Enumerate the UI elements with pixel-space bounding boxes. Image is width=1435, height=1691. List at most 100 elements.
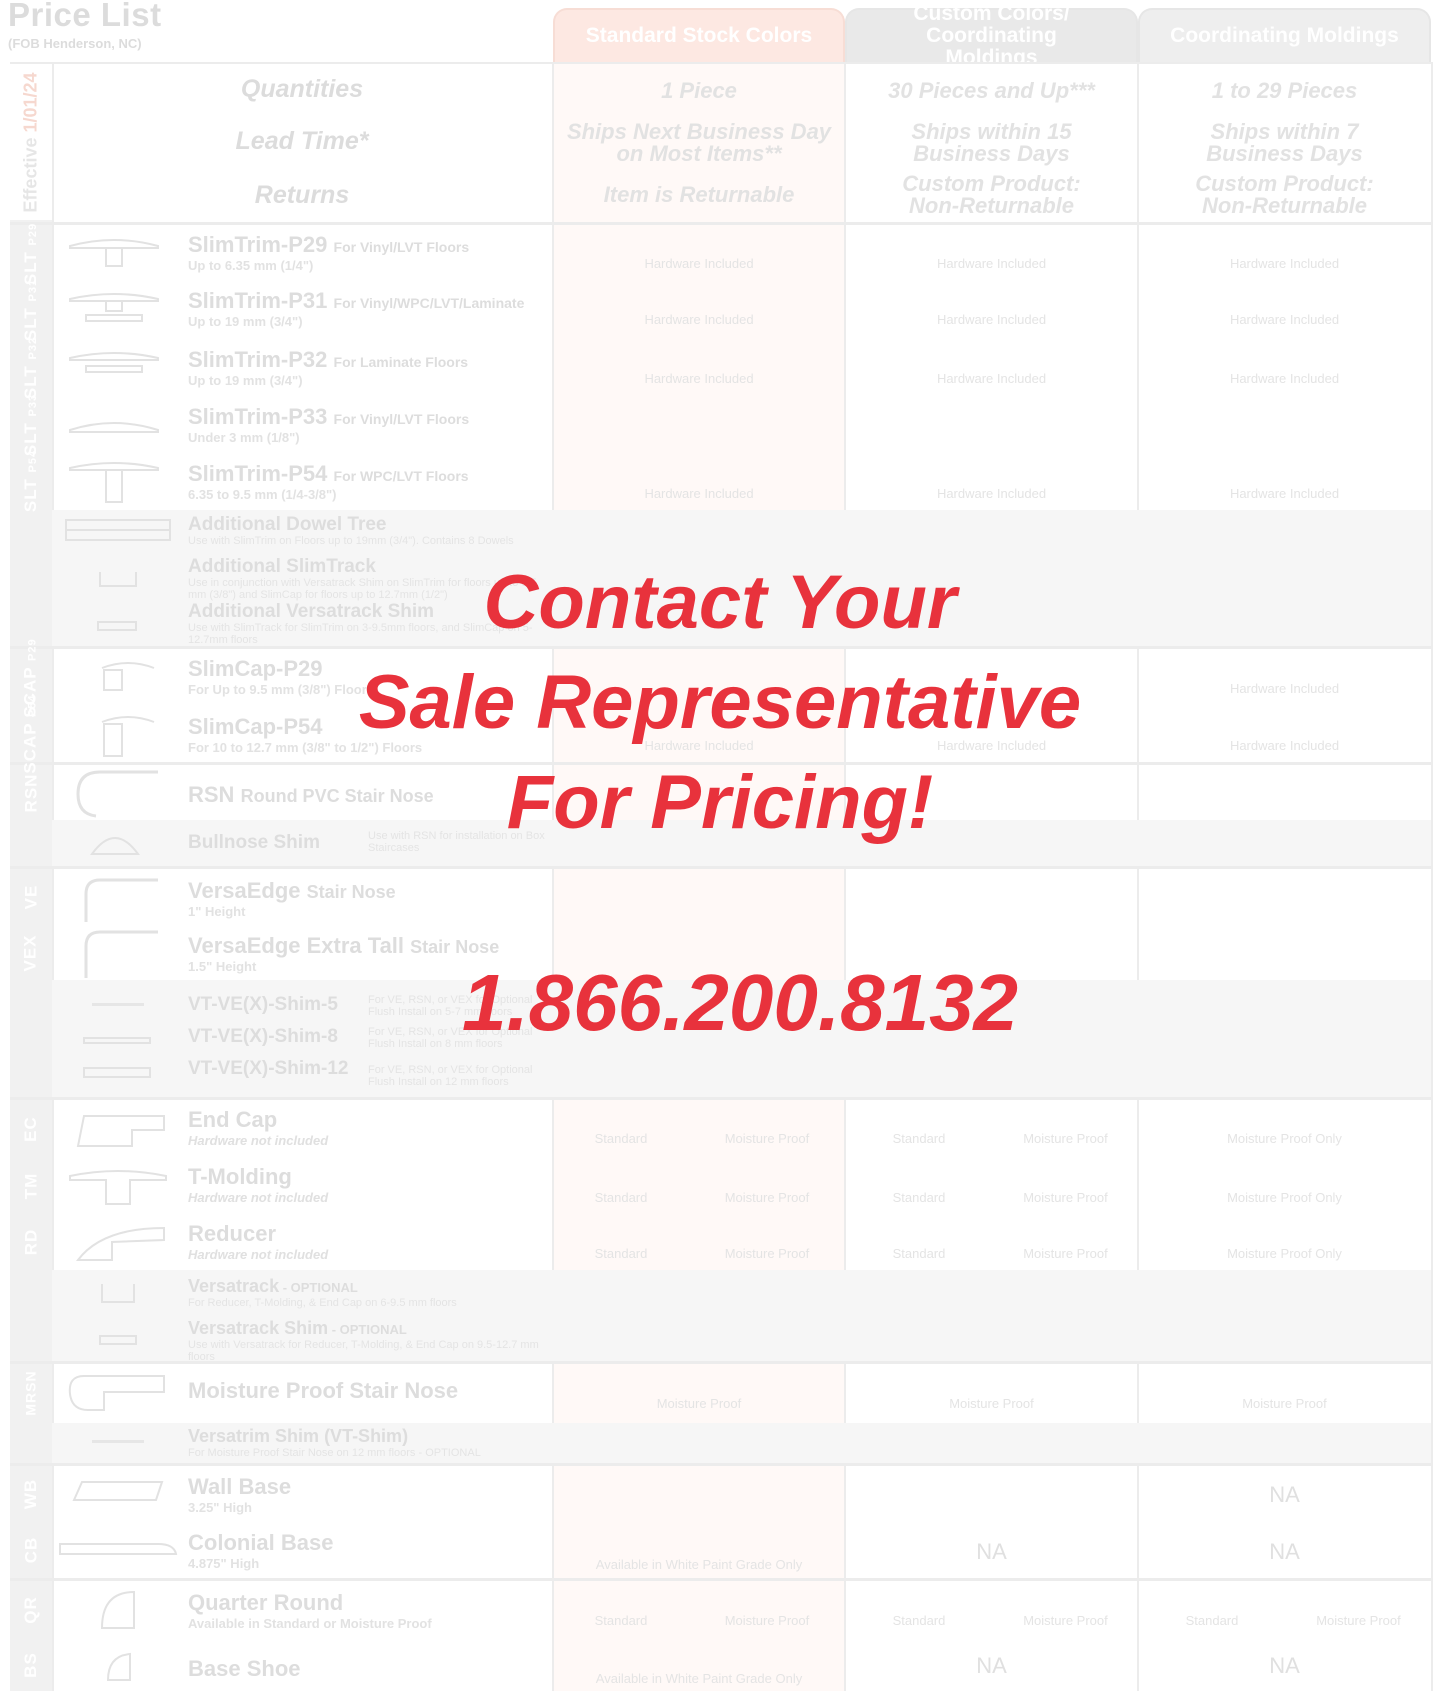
side-tag-ec: EC — [21, 1116, 40, 1142]
cell-standard: Standard — [892, 1246, 946, 1261]
cell-hardware: Hardware Included — [1229, 256, 1340, 271]
overlay-phone[interactable]: 1.866.200.8132 — [360, 958, 1120, 1048]
product-versaedge: VersaEdge Stair Nose 1" Height — [188, 878, 396, 919]
cell-na: NA — [976, 1653, 1007, 1678]
product-dowel-tree: Additional Dowel Tree Use with SlimTrim … — [188, 514, 514, 548]
standard-returns: Item is Returnable — [603, 182, 795, 207]
coord-lead-time: Ships within 7 Business Days — [1206, 119, 1363, 166]
side-tag-slt-p33: SLT P33 — [21, 393, 41, 457]
cell-standard: Standard — [594, 1131, 648, 1146]
overlay-line-1: Contact Your — [483, 560, 957, 645]
grid-line — [10, 866, 1433, 869]
grid-line — [10, 62, 1433, 64]
cell-moisture-only: Moisture Proof Only — [1227, 1131, 1342, 1146]
grid-line — [10, 1463, 1433, 1466]
slimtrim-profile-icon — [69, 422, 159, 433]
side-tag-cb: CB — [21, 1536, 40, 1564]
cell-moisture: Moisture Proof — [724, 1613, 810, 1628]
overlay-line-3: For Pricing! — [506, 760, 934, 845]
moisture-stair-nose-icon — [68, 1375, 165, 1411]
side-tag-qr: QR — [21, 1596, 40, 1624]
label-lead-time: Lead Time* — [235, 127, 369, 155]
side-tag-ve: VE — [21, 884, 40, 910]
product-t-molding: T-Molding Hardware not included — [188, 1164, 329, 1205]
custom-quantity: 30 Pieces and Up*** — [888, 78, 1095, 103]
side-tag-slt-p31: SLT P31 — [21, 278, 41, 342]
product-end-cap: End Cap Hardware not included — [188, 1107, 329, 1148]
product-slimtrim-p29: SlimTrim-P29 For Vinyl/LVT Floors Up to … — [188, 232, 470, 273]
cell-standard: Standard — [594, 1190, 648, 1205]
product-reducer: Reducer Hardware not included — [188, 1221, 329, 1262]
cell-hardware: Hardware Included — [1229, 312, 1340, 327]
side-tag-scap-p54: SCAP P54 — [21, 694, 40, 774]
side-tag-slt-p54: SLT P54 — [21, 449, 41, 513]
cell-hardware: Hardware Included — [644, 312, 754, 327]
versaedge-icon — [84, 878, 158, 922]
side-tag-bs: BS — [21, 1651, 40, 1678]
product-wall-base: Wall Base 3.25" High — [188, 1474, 292, 1515]
grid-line — [10, 646, 1433, 649]
bullnose-shim-icon — [90, 837, 140, 855]
side-tag-tm: TM — [20, 1172, 40, 1200]
cell-white-paint: Available in White Paint Grade Only — [595, 1557, 803, 1572]
side-tag-mrsn: MRSN — [23, 1370, 40, 1416]
coord-quantity: 1 to 29 Pieces — [1211, 78, 1358, 103]
slimtrim-profile-icon — [69, 293, 159, 322]
grid-line — [10, 1097, 1433, 1100]
cell-standard: Standard — [892, 1190, 946, 1205]
cell-moisture: Moisture Proof — [724, 1246, 810, 1261]
cell-standard: Standard — [1185, 1613, 1239, 1628]
side-tag-slt-p29: SLT P29 — [21, 222, 41, 286]
cell-moisture: Moisture Proof — [1023, 1246, 1108, 1261]
product-slimtrim-p54: SlimTrim-P54 For WPC/LVT Floors 6.35 to … — [188, 461, 469, 502]
slimtrack-icon — [99, 572, 137, 587]
cell-standard: Standard — [594, 1613, 648, 1628]
cell-hardware: Hardware Included — [936, 371, 1047, 386]
overlay-line-2: Sale Representative — [358, 660, 1082, 745]
product-versatrim-shim: Versatrim Shim (VT-Shim) For Moisture Pr… — [188, 1426, 481, 1459]
versatrack-shim-icon — [97, 621, 137, 631]
custom-lead-time: Ships within 15 Business Days — [911, 119, 1072, 166]
cell-moisture: Moisture Proof — [1242, 1396, 1327, 1411]
cell-hardware: Hardware Included — [936, 486, 1047, 501]
product-slimtrim-p32: SlimTrim-P32 For Laminate Floors Up to 1… — [188, 347, 469, 388]
versatrack-icon — [101, 1284, 135, 1303]
cell-moisture: Moisture Proof — [1023, 1613, 1108, 1628]
cell-na: NA — [976, 1539, 1007, 1564]
product-slimtrim-p31: SlimTrim-P31 For Vinyl/WPC/LVT/Laminate … — [188, 288, 525, 329]
stair-nose-icon — [76, 770, 158, 818]
cell-moisture: Moisture Proof — [949, 1396, 1034, 1411]
slimtrim-profile-icon — [69, 462, 159, 503]
side-tag-rsn: RSN — [21, 773, 40, 813]
side-tag-wb: WB — [20, 1478, 40, 1510]
cell-na: NA — [1269, 1653, 1300, 1678]
reducer-icon — [75, 1226, 165, 1261]
side-tag-rd: RD — [21, 1228, 40, 1256]
side-tag-slt-p32: SLT P32 — [21, 336, 41, 400]
grid-line — [10, 222, 1433, 225]
shim-icon — [92, 1003, 144, 1006]
standard-quantity: 1 Piece — [661, 78, 737, 103]
cell-moisture: Moisture Proof — [1316, 1613, 1401, 1628]
label-returns: Returns — [254, 181, 350, 209]
shim-icon — [83, 1037, 151, 1044]
cell-hardware: Hardware Included — [644, 371, 754, 386]
label-quantities: Quantities — [240, 75, 364, 103]
cell-moisture: Moisture Proof — [656, 1396, 742, 1411]
cell-hardware: Hardware Included — [1229, 681, 1340, 696]
t-molding-icon — [69, 1170, 167, 1205]
quarter-round-icon — [100, 1590, 135, 1629]
side-tag-vex: VEX — [21, 934, 40, 972]
column-header-custom: Custom Colors/ Coordinating Moldings — [845, 3, 1138, 69]
cell-hardware: Hardware Included — [1229, 738, 1340, 753]
colonial-base-icon — [59, 1543, 178, 1555]
cell-hardware: Hardware Included — [644, 486, 754, 501]
slimcap-profile-icon — [101, 662, 155, 691]
cell-hardware: Hardware Included — [1229, 486, 1340, 501]
standard-lead-time: Ships Next Business Day on Most Items** — [566, 119, 832, 166]
product-moisture-stair-nose: Moisture Proof Stair Nose — [188, 1378, 459, 1403]
product-slimtrim-p33: SlimTrim-P33 For Vinyl/LVT Floors Under … — [188, 404, 470, 445]
slimtrim-profile-icon — [69, 352, 159, 373]
shim-icon — [83, 1067, 151, 1078]
cell-standard: Standard — [892, 1131, 946, 1146]
